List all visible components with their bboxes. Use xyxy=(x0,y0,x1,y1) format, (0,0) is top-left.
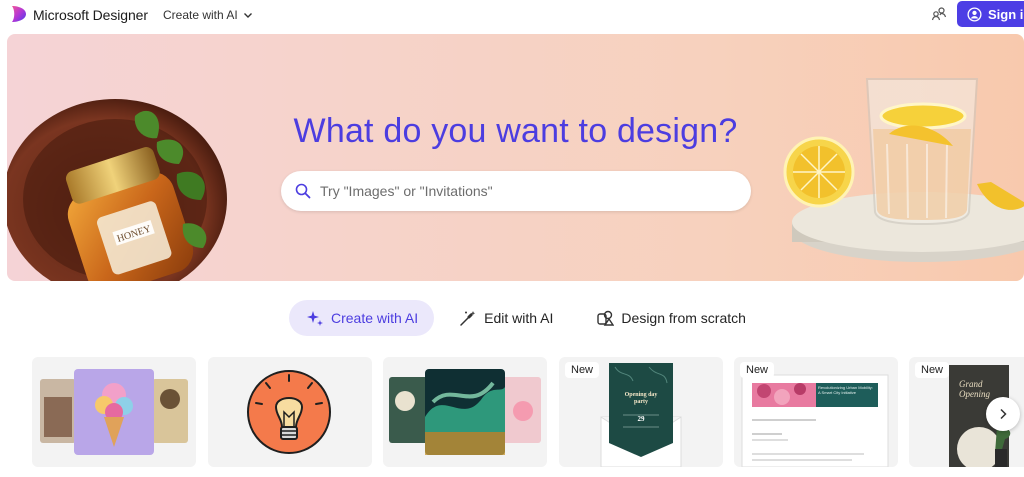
sparkle-icon xyxy=(307,311,323,326)
invitation-preview-day: 29 xyxy=(637,415,645,423)
sign-in-button[interactable]: Sign in xyxy=(957,1,1024,27)
card-image-creator[interactable] xyxy=(32,357,196,467)
shapes-icon xyxy=(597,310,615,326)
create-with-ai-menu[interactable]: Create with AI xyxy=(163,8,253,22)
sign-in-label: Sign in xyxy=(988,6,1024,22)
tab-edit-with-ai[interactable]: Edit with AI xyxy=(459,300,553,336)
tab-label: Design from scratch xyxy=(621,310,746,326)
tab-label: Edit with AI xyxy=(484,310,554,326)
app-title[interactable]: Microsoft Designer xyxy=(33,7,148,23)
new-badge: New xyxy=(740,362,775,378)
chevron-down-icon xyxy=(243,13,252,18)
aurora-wallpaper-thumbnail xyxy=(389,369,541,455)
top-bar: Microsoft Designer Create with AI Sign i… xyxy=(0,0,1024,30)
new-badge: New xyxy=(565,362,600,378)
tab-label: Create with AI xyxy=(331,310,419,326)
mode-tabs: Create with AI Edit with AI Design from … xyxy=(289,300,746,336)
poster-preview-title: Grand Opening xyxy=(959,379,990,399)
tab-design-from-scratch[interactable]: Design from scratch xyxy=(596,300,746,336)
invitation-preview-title: Opening day party xyxy=(624,392,658,405)
tab-create-with-ai[interactable]: Create with AI xyxy=(289,300,435,336)
new-badge: New xyxy=(915,362,950,378)
search-icon xyxy=(295,183,311,199)
card-sticker-creator[interactable] xyxy=(208,357,372,467)
honey-jar-illustration: HONEY xyxy=(7,99,227,281)
newsletter-preview-title: Revolutionizing Urban Mobility: A Smart … xyxy=(818,385,873,395)
ice-cream-collage-thumbnail xyxy=(40,369,188,455)
card-invitation-creator[interactable]: New Opening day party 29 xyxy=(559,357,723,467)
search-box[interactable] xyxy=(281,171,751,211)
lemonade-glass-illustration xyxy=(783,78,1024,262)
share-people-icon[interactable] xyxy=(931,6,947,22)
card-wallpaper-creator[interactable] xyxy=(383,357,547,467)
hero-title: What do you want to design? xyxy=(293,112,738,150)
user-circle-icon xyxy=(967,6,982,22)
designer-logo-icon[interactable] xyxy=(10,5,28,23)
search-input[interactable] xyxy=(320,183,720,199)
carousel-next-button[interactable] xyxy=(986,397,1020,431)
magic-wand-icon xyxy=(460,311,476,326)
lightbulb-sticker-thumbnail xyxy=(247,370,331,454)
create-menu-label: Create with AI xyxy=(163,8,238,22)
chevron-right-icon xyxy=(1000,408,1007,420)
card-newsletter-creator[interactable]: New Revolutionizing Urban Mobility: A Sm… xyxy=(734,357,898,467)
hero-banner: HONEY What do you want to design? xyxy=(7,34,1024,281)
